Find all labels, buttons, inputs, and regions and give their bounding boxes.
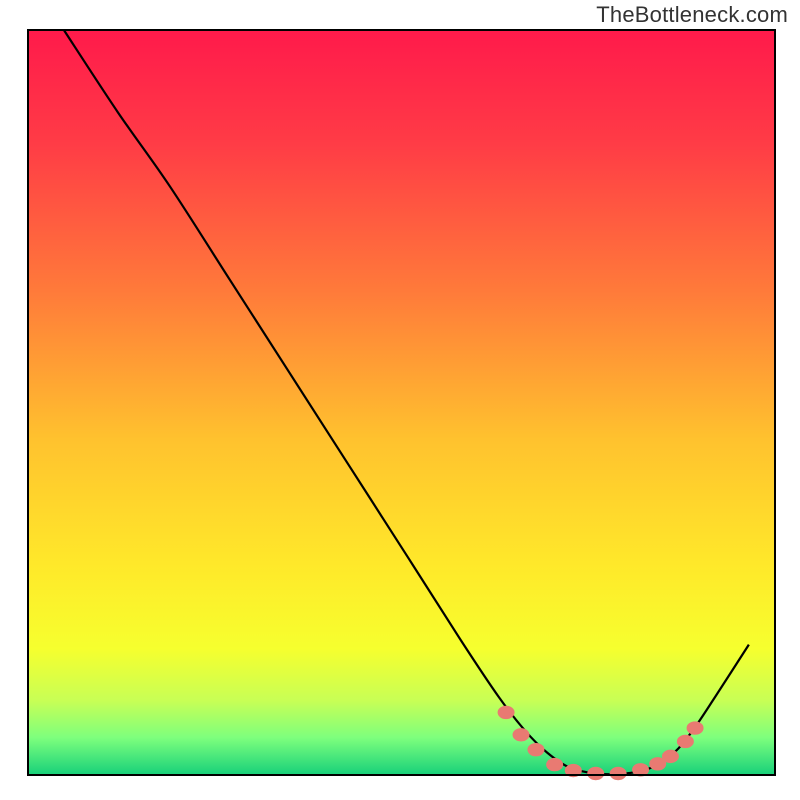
bottleneck-chart <box>0 0 800 800</box>
watermark-text: TheBottleneck.com <box>596 2 788 28</box>
chart-frame: TheBottleneck.com <box>0 0 800 800</box>
curve-marker <box>547 758 563 770</box>
curve-marker <box>662 750 678 762</box>
curve-marker <box>677 735 693 747</box>
curve-marker <box>498 706 514 718</box>
gradient-background <box>28 30 775 775</box>
curve-marker <box>687 722 703 734</box>
curve-marker <box>588 767 604 779</box>
curve-marker <box>513 729 529 741</box>
curve-marker <box>528 743 544 755</box>
curve-marker <box>610 767 626 779</box>
